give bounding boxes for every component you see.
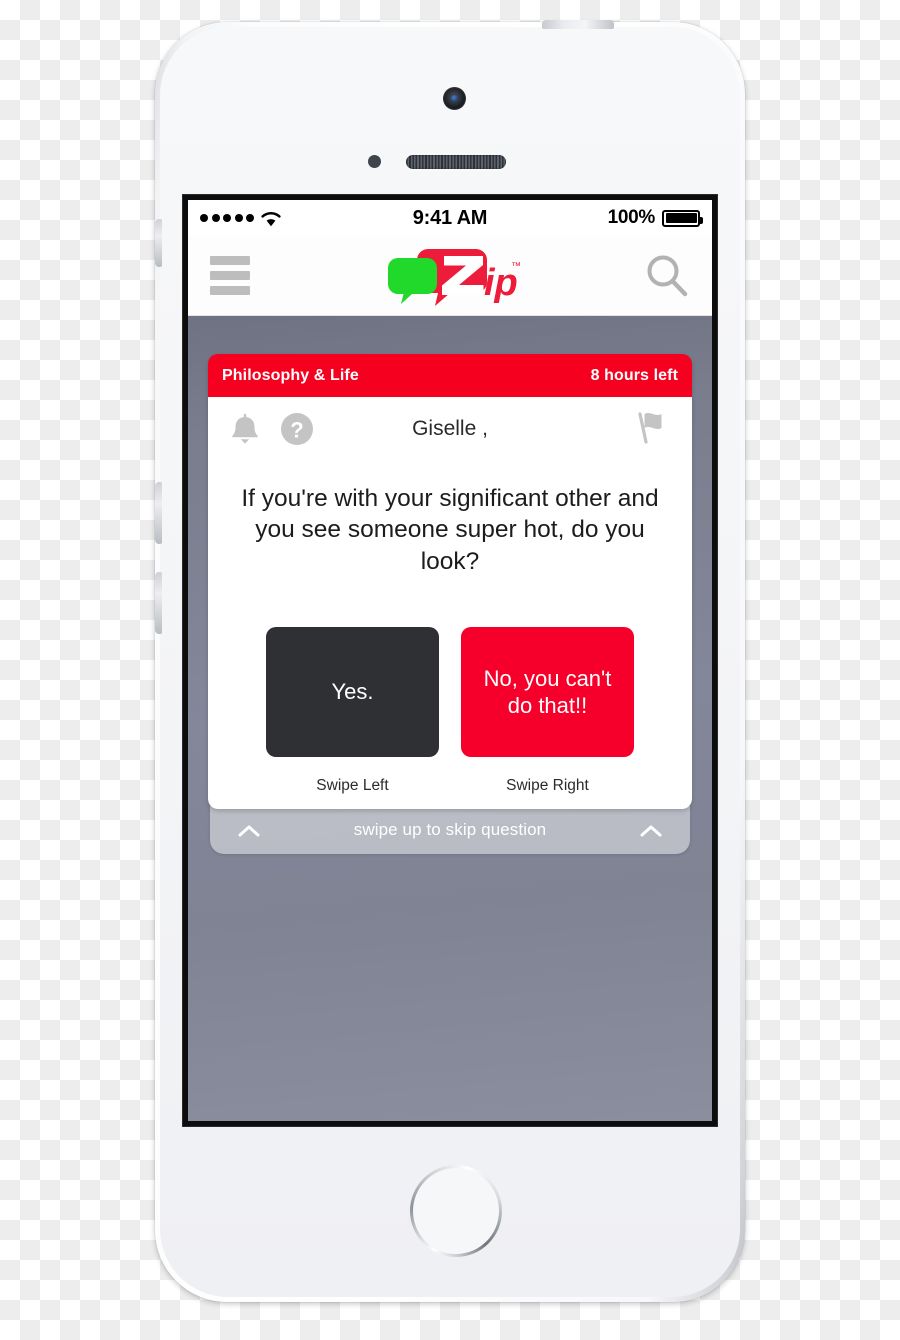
silent-switch[interactable]: [155, 219, 162, 267]
home-button[interactable]: [410, 1165, 502, 1257]
skip-question-bar[interactable]: swipe up to skip question: [210, 806, 690, 854]
earpiece-speaker: [406, 155, 506, 169]
question-text: If you're with your significant other an…: [241, 485, 659, 575]
swipe-right-hint: Swipe Right: [506, 777, 589, 795]
card-toolbar-left: ?: [230, 412, 314, 446]
volume-down-button[interactable]: [155, 572, 162, 634]
chevron-up-icon[interactable]: [640, 824, 662, 837]
chevron-left-icon[interactable]: [221, 676, 241, 708]
skip-question-label: swipe up to skip question: [353, 820, 547, 839]
answer-button-right[interactable]: No, you can't do that!!: [461, 627, 634, 758]
status-bar: 9:41 AM 100%: [188, 200, 712, 236]
front-camera: [443, 87, 466, 110]
answer-options: Yes. No, you can't do that!!: [208, 587, 692, 758]
question-mark-circle-icon[interactable]: ?: [280, 412, 314, 446]
answer-button-left[interactable]: Yes.: [266, 627, 439, 758]
hamburger-menu-icon[interactable]: [210, 256, 250, 295]
card-toolbar-right: [632, 408, 670, 451]
proximity-sensor: [368, 155, 381, 168]
volume-up-button[interactable]: [155, 482, 162, 544]
zip-logo: ip ™: [388, 248, 520, 306]
question-card: Philosophy & Life 8 hours left ? Giselle…: [208, 354, 692, 810]
logo-trademark: ™: [511, 261, 520, 272]
swipe-hints: Swipe Left Swipe Right: [208, 757, 692, 795]
bell-icon[interactable]: [230, 412, 260, 446]
chevron-right-icon[interactable]: [659, 676, 679, 708]
card-toolbar: ? Giselle ,: [208, 397, 692, 461]
search-icon[interactable]: [644, 253, 690, 299]
question-card-stack: swipe up to skip question Philosophy & L…: [208, 354, 692, 854]
previous-answer-arrow[interactable]: [218, 676, 244, 708]
status-bar-time: 9:41 AM: [412, 206, 488, 229]
app-nav-bar: ip ™: [188, 236, 712, 316]
home-button-ring: [410, 1165, 502, 1257]
chevron-up-icon[interactable]: [238, 824, 260, 837]
power-button[interactable]: [542, 20, 614, 29]
app-content-area: swipe up to skip question Philosophy & L…: [188, 316, 712, 1121]
category-label: Philosophy & Life: [222, 366, 359, 384]
card-body: ? Giselle , If you're with your signific…: [208, 397, 692, 810]
flag-icon[interactable]: [632, 408, 670, 446]
time-left-label: 8 hours left: [590, 366, 678, 384]
phone-device: 9:41 AM 100% ip ™ swipe up to skip quest…: [155, 20, 745, 1302]
phone-screen: 9:41 AM 100% ip ™ swipe up to skip quest…: [188, 200, 712, 1121]
card-header: Philosophy & Life 8 hours left: [208, 354, 692, 397]
svg-text:?: ?: [290, 418, 303, 443]
next-answer-arrow[interactable]: [656, 676, 682, 708]
swipe-left-hint: Swipe Left: [316, 777, 389, 795]
battery-full-icon: [662, 209, 703, 227]
